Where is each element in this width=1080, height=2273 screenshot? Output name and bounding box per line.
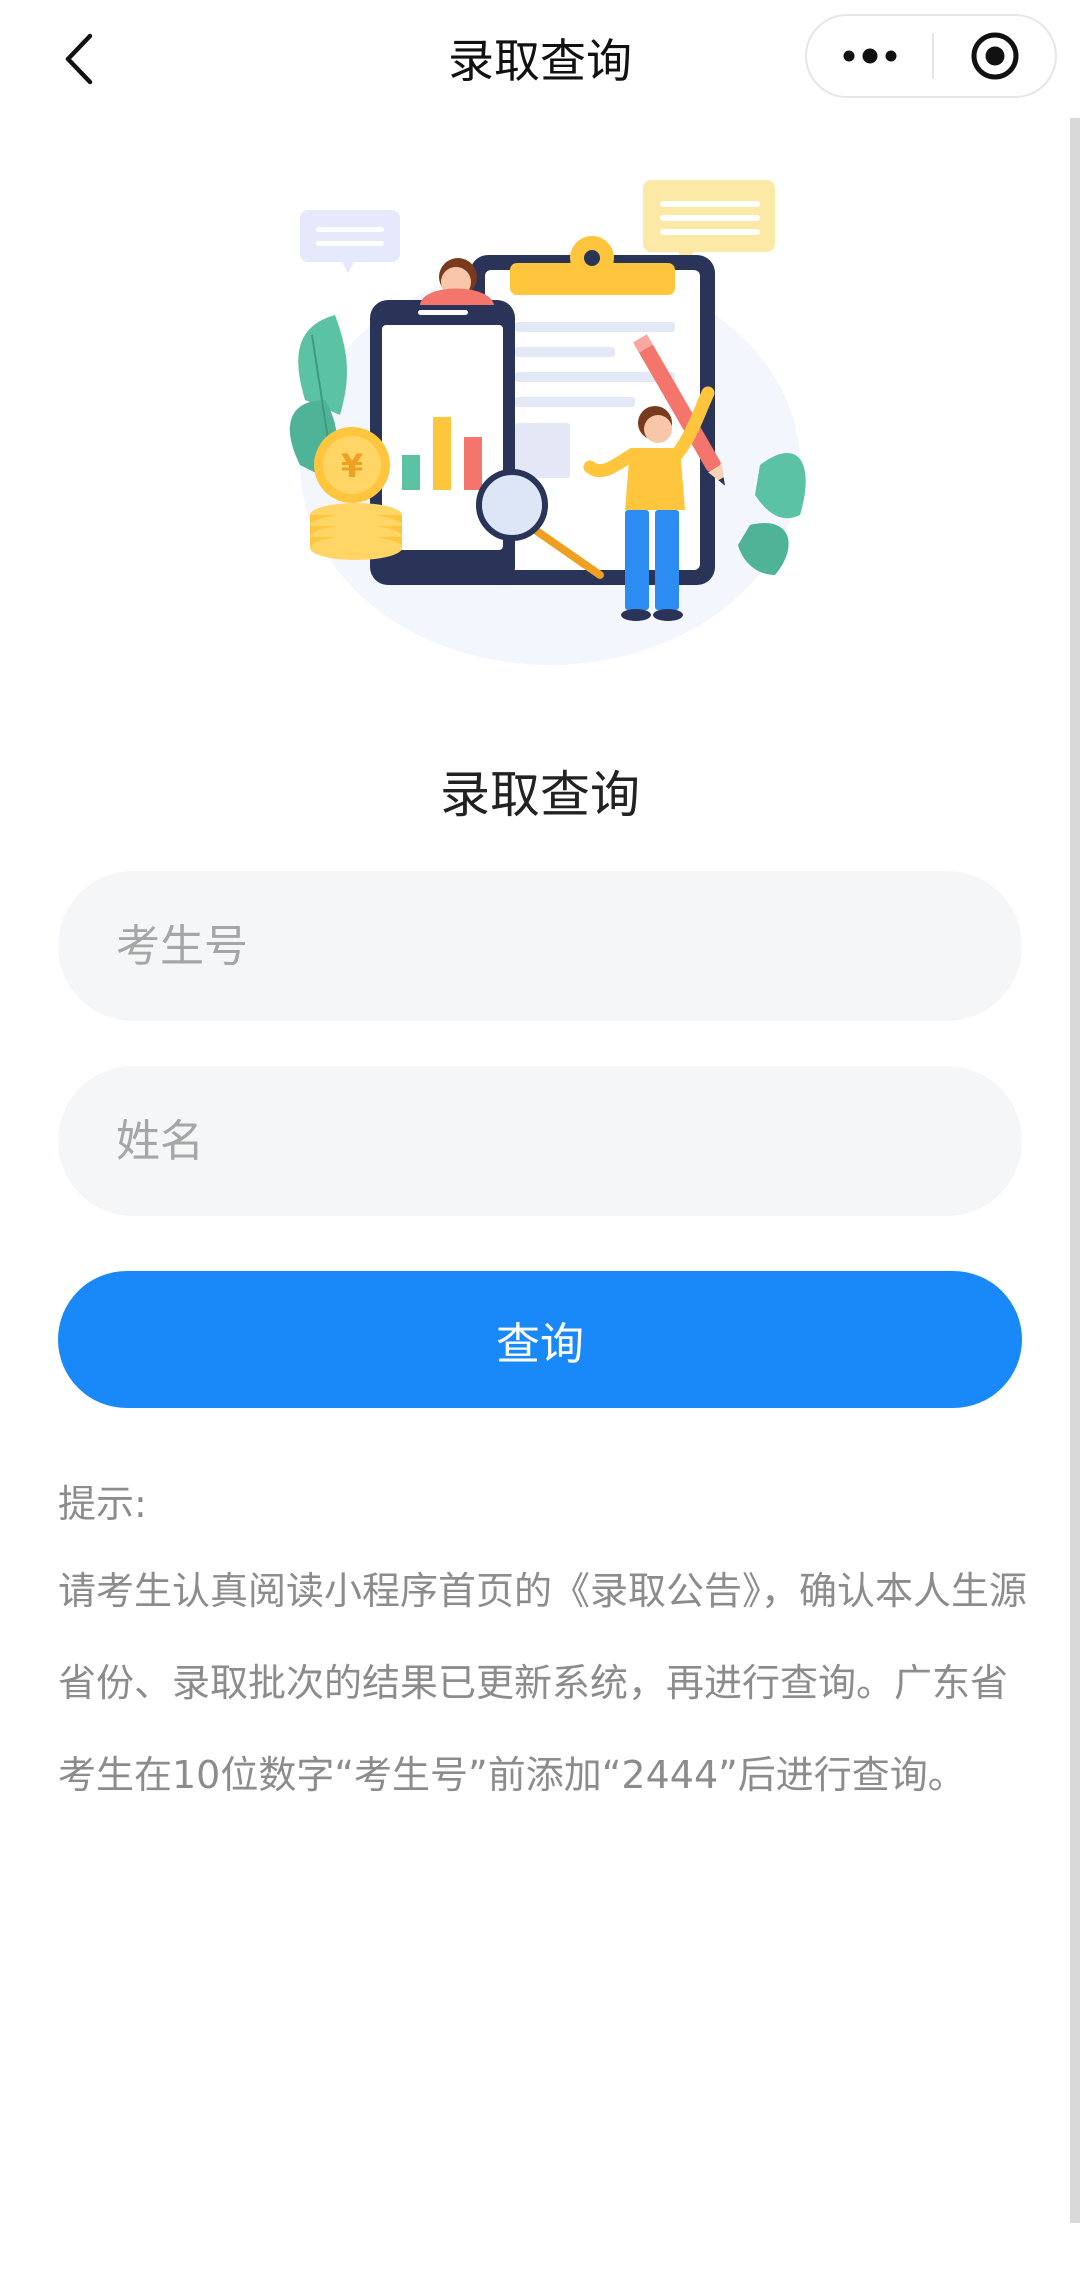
- close-button[interactable]: [934, 16, 1055, 96]
- mini-program-capsule: [805, 14, 1057, 98]
- page-heading: 录取查询: [440, 766, 640, 824]
- hero-illustration: ¥: [280, 165, 820, 675]
- target-circle-icon: [971, 32, 1018, 80]
- exam-number-input[interactable]: [114, 919, 1022, 973]
- name-input[interactable]: [114, 1114, 1022, 1168]
- more-dots-icon: [843, 48, 896, 64]
- scrollbar[interactable]: [1070, 118, 1080, 2223]
- navigation-bar: 录取查询: [0, 0, 1080, 118]
- more-button[interactable]: [807, 16, 932, 96]
- svg-text:¥: ¥: [341, 447, 363, 485]
- query-button[interactable]: 查询: [58, 1271, 1022, 1408]
- tip-label: 提示:: [58, 1482, 147, 1526]
- exam-number-field[interactable]: [58, 871, 1022, 1021]
- name-field[interactable]: [58, 1066, 1022, 1216]
- tip-body: 请考生认真阅读小程序首页的《录取公告》，确认本人生源省份、录取批次的结果已更新系…: [58, 1569, 1028, 1797]
